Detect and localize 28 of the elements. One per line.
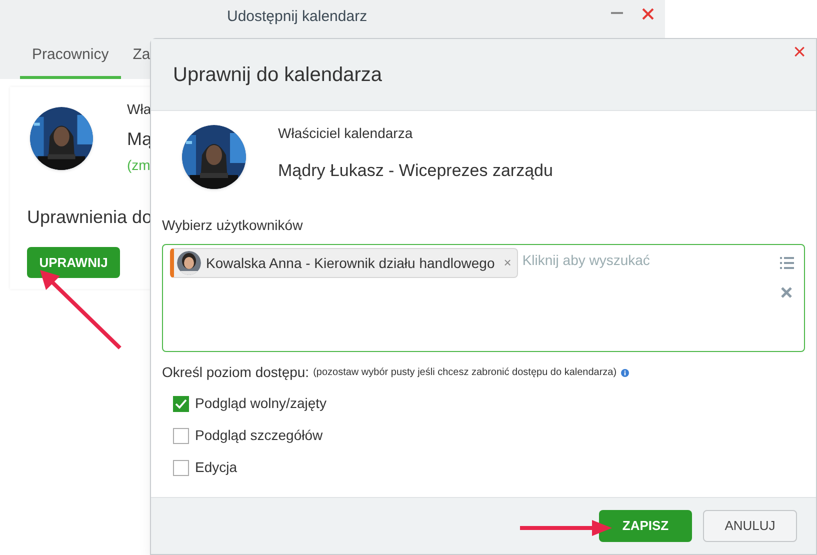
checkbox[interactable] (173, 428, 189, 444)
users-field[interactable]: Kowalska Anna - Kierownik działu handlowego × Kliknij aby wyszukać (162, 244, 805, 352)
checkbox-label: Edycja (195, 458, 238, 477)
owner-name: Mądry Łukasz - Wiceprezes zarządu (278, 160, 553, 182)
save-button[interactable]: ZAPISZ (599, 510, 692, 542)
access-note: (pozostaw wybór pusty jeśli chcesz zabronić dostępu do kalendarza) (313, 366, 617, 380)
checkbox-label: Podgląd wolny/zajęty (195, 394, 327, 413)
checkbox[interactable] (173, 396, 189, 412)
user-name: Kowalska Anna - Kierownik działu handlowego (206, 254, 495, 273)
owner-label: Wła (127, 100, 152, 119)
clear-icon[interactable] (781, 287, 792, 298)
search-field[interactable]: Kliknij aby wyszukać (522, 250, 732, 271)
grant-button[interactable]: UPRAWNIJ (27, 247, 120, 278)
change-link[interactable]: (zm (127, 155, 152, 176)
owner-label: Właściciel kalendarza (278, 124, 414, 143)
tab[interactable]: Za (120, 35, 162, 79)
access-label: Określ poziom dostępu: (162, 363, 310, 382)
dialog-title: Uprawnij do kalendarza (173, 62, 382, 88)
remove-button[interactable]: × (504, 253, 512, 273)
info-icon (620, 368, 629, 376)
close-button[interactable]: × (793, 41, 806, 63)
list-icon[interactable] (780, 257, 794, 269)
users-label: Wybierz użytkowników (162, 216, 304, 235)
close-icon[interactable] (642, 8, 654, 20)
checkbox[interactable] (173, 460, 189, 476)
window-title: Udostępnij kalendarz (227, 7, 368, 28)
cancel-button[interactable]: ANULUJ (703, 510, 797, 542)
checkbox-label: Podgląd szczegółów (195, 426, 323, 445)
